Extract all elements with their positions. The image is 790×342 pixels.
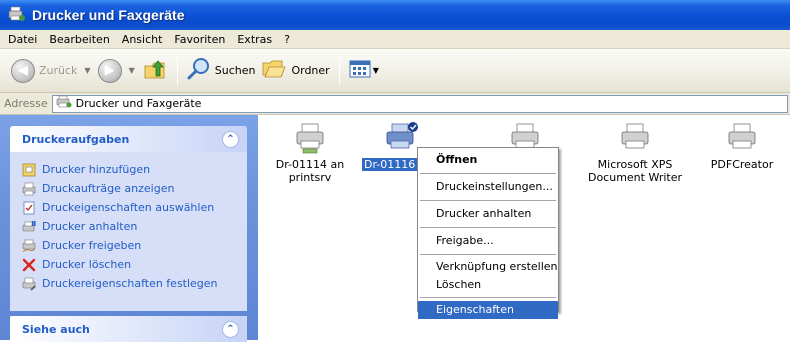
task-pane: Druckeraufgaben ⌃ Drucker hinzufügen Dru… <box>0 115 258 342</box>
properties-document-icon <box>23 201 35 214</box>
task-label: Druckeigenschaften auswählen <box>42 201 215 214</box>
printer-folder-icon <box>56 95 72 112</box>
menu-bar: Datei Bearbeiten Ansicht Favoriten Extra… <box>0 30 790 49</box>
ctx-separator <box>420 200 556 201</box>
add-printer-icon <box>22 163 36 176</box>
menu-favoriten[interactable]: Favoriten <box>168 31 231 48</box>
address-value: Drucker und Faxgeräte <box>75 97 202 110</box>
ctx-open[interactable]: Öffnen <box>418 150 558 170</box>
ctx-separator <box>420 254 556 255</box>
task-show-print-jobs[interactable]: Druckaufträge anzeigen <box>22 179 239 198</box>
menu-bearbeiten[interactable]: Bearbeiten <box>43 31 115 48</box>
window-title: Drucker und Faxgeräte <box>32 7 185 23</box>
folders-icon <box>261 57 287 84</box>
task-delete-printer[interactable]: Drucker löschen <box>22 255 239 274</box>
up-folder-icon <box>142 56 168 85</box>
ctx-delete[interactable]: Löschen <box>418 276 558 294</box>
ctx-separator <box>420 297 556 298</box>
printer-properties-icon <box>22 277 36 291</box>
back-arrow-icon: ◀ <box>11 58 35 83</box>
see-also-header[interactable]: Siehe auch ⌃ <box>10 316 247 342</box>
views-dropdown-icon: ▼ <box>372 66 379 75</box>
menu-extras[interactable]: Extras <box>231 31 278 48</box>
ctx-sharing[interactable]: Freigabe... <box>418 231 558 251</box>
see-also-panel: Siehe auch ⌃ <box>10 316 247 342</box>
task-set-printer-properties[interactable]: Druckereigenschaften festlegen <box>22 274 239 293</box>
views-button[interactable]: ▼ <box>346 53 386 89</box>
pause-printer-icon <box>22 220 36 231</box>
printer-item[interactable]: PDFCreator <box>700 121 784 171</box>
printer-name: Dr-01114 an printsrv <box>275 158 345 184</box>
printer-tasks-title: Druckeraufgaben <box>22 132 130 146</box>
printer-icon <box>728 123 756 149</box>
printer-item[interactable]: Dr-01114 an printsrv <box>255 121 365 184</box>
address-bar: Adresse Drucker und Faxgeräte <box>0 93 790 115</box>
see-also-title: Siehe auch <box>22 322 90 336</box>
back-label: Zurück <box>39 64 78 77</box>
collapse-chevron-icon[interactable]: ⌃ <box>222 130 239 148</box>
printer-tasks-panel: Druckeraufgaben ⌃ Drucker hinzufügen Dru… <box>10 126 247 311</box>
printer-name: PDFCreator <box>710 158 774 171</box>
back-dropdown-icon[interactable]: ▼ <box>84 66 90 75</box>
back-button[interactable]: ◀ Zurück <box>8 53 80 89</box>
views-grid-icon <box>349 59 371 82</box>
main-area: Druckeraufgaben ⌃ Drucker hinzufügen Dru… <box>0 115 790 342</box>
menu-help[interactable]: ? <box>278 31 296 48</box>
forward-arrow-icon: ▶ <box>97 58 122 83</box>
toolbar-separator <box>338 56 340 85</box>
print-queue-icon <box>22 182 36 195</box>
task-label: Drucker hinzufügen <box>42 163 151 176</box>
ctx-printing-preferences[interactable]: Druckeinstellungen... <box>418 177 558 197</box>
address-input[interactable]: Drucker und Faxgeräte <box>51 94 788 113</box>
forward-button[interactable]: ▶ <box>95 53 125 89</box>
ctx-properties[interactable]: Eigenschaften <box>418 301 558 319</box>
search-button[interactable]: Suchen <box>184 53 259 89</box>
collapse-chevron-icon[interactable]: ⌃ <box>222 320 239 338</box>
printer-name: Microsoft XPS Document Writer <box>587 158 683 184</box>
ctx-separator <box>420 173 556 174</box>
task-share-printer[interactable]: Drucker freigeben <box>22 236 239 255</box>
up-folder-button[interactable] <box>139 53 171 89</box>
folders-button[interactable]: Ordner <box>258 53 332 89</box>
task-pause-printer[interactable]: Drucker anhalten <box>22 217 239 236</box>
task-add-printer[interactable]: Drucker hinzufügen <box>22 160 239 179</box>
printer-tasks-header[interactable]: Druckeraufgaben ⌃ <box>10 126 247 152</box>
address-label: Adresse <box>4 97 48 110</box>
ctx-create-shortcut[interactable]: Verknüpfung erstellen <box>418 258 558 276</box>
task-label: Drucker anhalten <box>42 220 138 233</box>
task-label: Druckereigenschaften festlegen <box>42 277 218 290</box>
share-printer-icon <box>22 239 36 252</box>
printer-folder-icon <box>8 6 26 25</box>
task-label: Druckaufträge anzeigen <box>42 182 175 195</box>
ctx-separator <box>420 227 556 228</box>
search-icon <box>187 57 211 84</box>
delete-x-icon <box>22 258 36 271</box>
ctx-pause-printer[interactable]: Drucker anhalten <box>418 204 558 224</box>
network-printer-icon <box>296 123 324 154</box>
folders-label: Ordner <box>291 64 330 77</box>
menu-ansicht[interactable]: Ansicht <box>116 31 169 48</box>
menu-datei[interactable]: Datei <box>2 31 43 48</box>
task-label: Drucker freigeben <box>42 239 142 252</box>
printer-item[interactable]: Microsoft XPS Document Writer <box>585 121 685 184</box>
toolbar: ◀ Zurück ▼ ▶ ▼ Suchen Ordner ▼ <box>0 49 790 93</box>
printer-icon <box>621 123 649 149</box>
context-menu: Öffnen Druckeinstellungen... Drucker anh… <box>417 147 559 319</box>
search-label: Suchen <box>214 64 256 77</box>
default-printer-icon <box>386 122 418 149</box>
task-label: Drucker löschen <box>42 258 132 271</box>
task-list: Drucker hinzufügen Druckaufträge anzeige… <box>10 152 247 293</box>
task-select-print-properties[interactable]: Druckeigenschaften auswählen <box>22 198 239 217</box>
toolbar-separator <box>176 56 178 85</box>
forward-dropdown-icon[interactable]: ▼ <box>129 66 135 75</box>
title-bar[interactable]: Drucker und Faxgeräte <box>0 0 790 30</box>
